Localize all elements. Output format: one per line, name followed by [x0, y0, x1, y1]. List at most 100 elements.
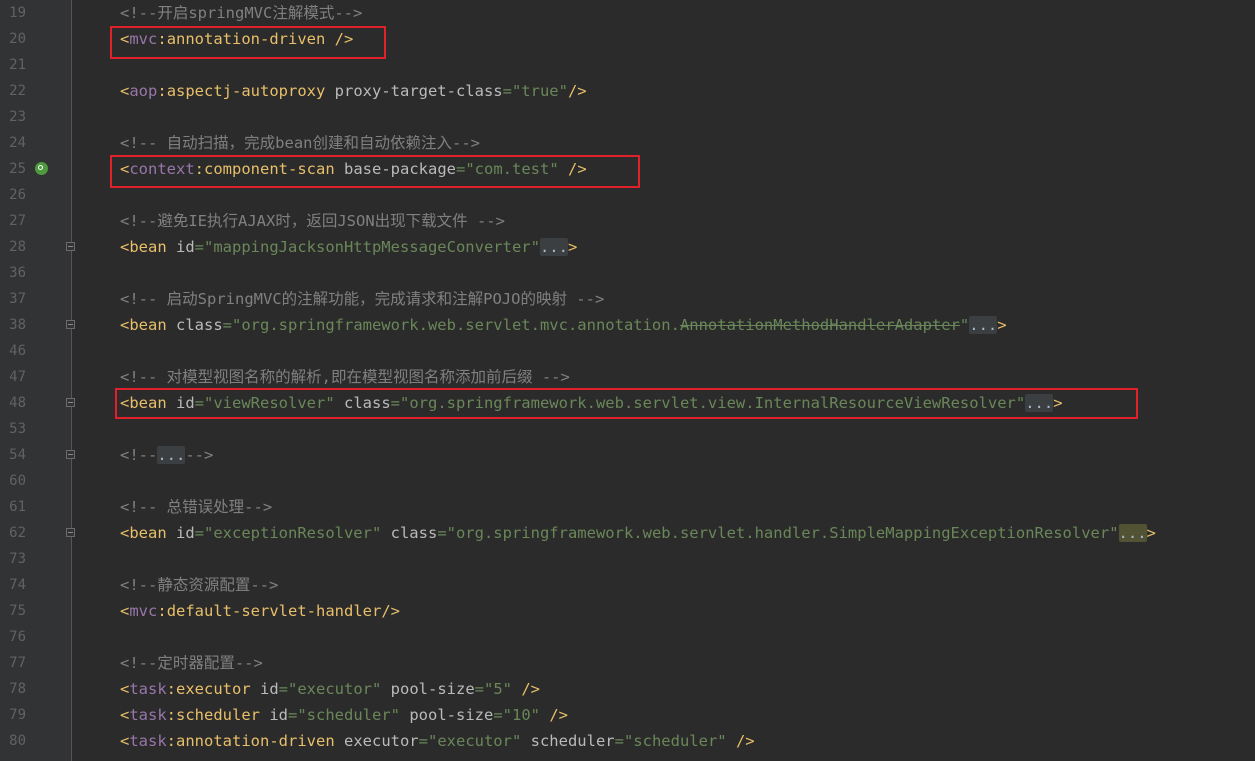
code-text[interactable]: <!-- 自动扫描，完成bean创建和自动依赖注入--> [120, 130, 480, 156]
code-line[interactable]: 54 <!--...--> [0, 442, 1255, 468]
code-line[interactable]: 47 <!-- 对模型视图名称的解析,即在模型视图名称添加前后缀 --> [0, 364, 1255, 390]
attribute-name: class [166, 316, 223, 334]
code-line[interactable]: 37 <!-- 启动SpringMVC的注解功能，完成请求和注解POJO的映射 -… [0, 286, 1255, 312]
tag-bracket: /> [726, 732, 755, 750]
fold-toggle-icon[interactable] [66, 450, 75, 459]
attribute-name: scheduler [521, 732, 615, 750]
code-text[interactable]: <!-- 对模型视图名称的解析,即在模型视图名称添加前后缀 --> [120, 364, 570, 390]
attribute-name: pool-size [381, 680, 475, 698]
code-text[interactable]: <!--静态资源配置--> [120, 572, 278, 598]
attribute-value: ="org.springframework.web.servlet.mvc.an… [222, 316, 680, 334]
folded-region[interactable]: ... [539, 238, 568, 256]
attribute-value: ="true" [502, 82, 568, 100]
fold-toggle-icon[interactable] [66, 320, 75, 329]
tag-bracket: : [157, 602, 167, 620]
line-number: 19 [9, 5, 26, 21]
code-text[interactable]: <bean id="mappingJacksonHttpMessageConve… [120, 234, 577, 260]
code-text[interactable]: <task:annotation-driven executor="execut… [120, 728, 755, 754]
code-line[interactable]: 78 <task:executor id="executor" pool-size… [0, 676, 1255, 702]
tag-bracket: < [120, 82, 130, 100]
line-number: 60 [9, 473, 26, 489]
tag-name: bean [129, 524, 167, 542]
tag-name: aspectj-autoproxy [166, 82, 326, 100]
fold-toggle-icon[interactable] [66, 398, 75, 407]
line-number: 47 [9, 369, 26, 385]
code-line[interactable]: 38 <bean class="org.springframework.web.s… [0, 312, 1255, 338]
code-line[interactable]: 62 <bean id="exceptionResolver" class="or… [0, 520, 1255, 546]
fold-toggle-icon[interactable] [66, 242, 75, 251]
line-number: 78 [9, 681, 26, 697]
code-line[interactable]: 79 <task:scheduler id="scheduler" pool-si… [0, 702, 1255, 728]
folded-region[interactable]: ... [1118, 524, 1147, 542]
attribute-value: ="scheduler" [614, 732, 727, 750]
bean-navigate-icon[interactable] [35, 162, 48, 175]
deprecated-class-name: AnnotationMethodHandlerAdapter [679, 316, 960, 334]
code-editor[interactable]: 19 <!--开启springMVC注解模式--> 20 <mvc:annotatio… [0, 0, 1255, 761]
tag-bracket: < [120, 602, 130, 620]
line-number: 28 [9, 239, 26, 255]
code-text[interactable]: <!--...--> [120, 442, 213, 468]
tag-bracket: : [166, 706, 177, 724]
line-number: 75 [9, 603, 26, 619]
line-number: 24 [9, 135, 26, 151]
highlight-box-mvc-annotation-driven [110, 26, 386, 59]
code-line[interactable]: 27 <!--避免IE执行AJAX时，返回JSON出现下载文件 --> [0, 208, 1255, 234]
line-number: 26 [9, 187, 26, 203]
attribute-value: ="mappingJacksonHttpMessageConverter" [194, 238, 540, 256]
code-line[interactable]: 60 [0, 468, 1255, 494]
fold-toggle-icon[interactable] [66, 528, 75, 537]
code-line[interactable]: 80 <task:annotation-driven executor="exec… [0, 728, 1255, 754]
folded-region[interactable]: ... [157, 446, 186, 464]
code-line[interactable]: 19 <!--开启springMVC注解模式--> [0, 0, 1255, 26]
attribute-name: id [166, 524, 195, 542]
code-text[interactable]: <task:scheduler id="scheduler" pool-size… [120, 702, 568, 728]
code-text[interactable]: <mvc:default-servlet-handler/> [120, 598, 400, 624]
code-text[interactable]: <task:executor id="executor" pool-size="… [120, 676, 540, 702]
attribute-name: proxy-target-class [325, 82, 503, 100]
code-text[interactable]: <aop:aspectj-autoproxy proxy-target-clas… [120, 78, 587, 104]
code-line[interactable]: 61 <!-- 总错误处理--> [0, 494, 1255, 520]
attribute-value: ="executor" [418, 732, 522, 750]
xml-namespace: mvc [129, 602, 158, 620]
code-text[interactable]: <!--定时器配置--> [120, 650, 263, 676]
attribute-name: id [260, 706, 289, 724]
code-line[interactable]: 73 [0, 546, 1255, 572]
code-line[interactable]: 28 <bean id="mappingJacksonHttpMessageCon… [0, 234, 1255, 260]
code-text[interactable]: <!-- 启动SpringMVC的注解功能，完成请求和注解POJO的映射 --> [120, 286, 604, 312]
comment-text: <!--静态资源配置--> [120, 576, 279, 594]
code-line[interactable]: 22 <aop:aspectj-autoproxy proxy-target-cl… [0, 78, 1255, 104]
tag-bracket: /> [540, 706, 568, 724]
attribute-value: ="10" [493, 706, 540, 724]
attribute-name: class [381, 524, 438, 542]
code-text[interactable]: <bean id="exceptionResolver" class="org.… [120, 520, 1156, 546]
code-line[interactable]: 46 [0, 338, 1255, 364]
folded-region[interactable]: ... [969, 316, 998, 334]
code-text[interactable]: <!--避免IE执行AJAX时，返回JSON出现下载文件 --> [120, 208, 505, 234]
code-line[interactable]: 23 [0, 104, 1255, 130]
line-number: 37 [9, 291, 26, 307]
code-line[interactable]: 36 [0, 260, 1255, 286]
attribute-name: executor [334, 732, 419, 750]
line-number: 21 [9, 57, 26, 73]
tag-bracket: /> [567, 82, 587, 100]
line-number: 22 [9, 83, 26, 99]
line-number: 77 [9, 655, 26, 671]
comment-text: <!-- 总错误处理--> [120, 498, 273, 516]
attribute-value: ="scheduler" [288, 706, 400, 724]
tag-bracket: < [120, 706, 130, 724]
code-text[interactable]: <!--开启springMVC注解模式--> [120, 0, 362, 26]
code-line[interactable]: 74 <!--静态资源配置--> [0, 572, 1255, 598]
code-line[interactable]: 76 [0, 624, 1255, 650]
code-line[interactable]: 24 <!-- 自动扫描，完成bean创建和自动依赖注入--> [0, 130, 1255, 156]
tag-name: bean [129, 238, 167, 256]
code-line[interactable]: 53 [0, 416, 1255, 442]
tag-bracket: > [567, 238, 578, 256]
attribute-value: ="executor" [278, 680, 382, 698]
comment-text: <!--定时器配置--> [120, 654, 263, 672]
line-number: 38 [9, 317, 26, 333]
code-text[interactable]: <!-- 总错误处理--> [120, 494, 272, 520]
code-line[interactable]: 75 <mvc:default-servlet-handler/> [0, 598, 1255, 624]
code-text[interactable]: <bean class="org.springframework.web.ser… [120, 312, 1007, 338]
code-line[interactable]: 77 <!--定时器配置--> [0, 650, 1255, 676]
tag-bracket: /> [511, 680, 540, 698]
